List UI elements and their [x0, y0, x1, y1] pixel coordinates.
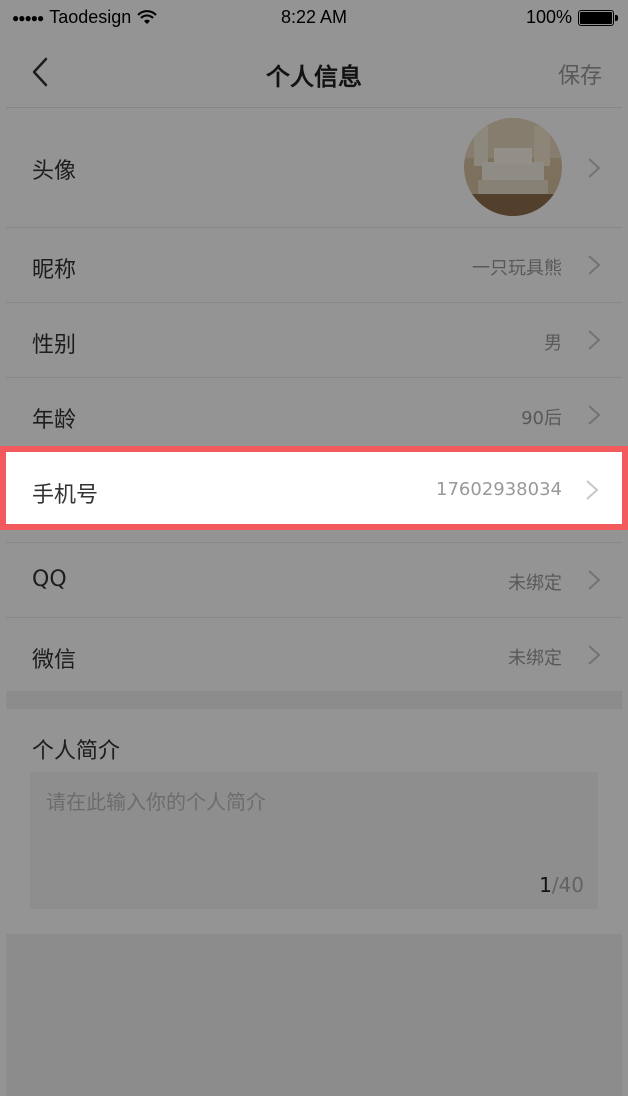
avatar: [464, 118, 562, 216]
wechat-row[interactable]: 微信 未绑定: [6, 618, 622, 693]
chevron-right-icon: [588, 330, 601, 350]
bio-count-current: 1: [539, 873, 552, 897]
section-divider: [6, 691, 622, 709]
chevron-right-icon: [586, 480, 599, 500]
gender-value: 男: [544, 333, 562, 354]
bottom-blank-area: [6, 934, 622, 1096]
page-title: 个人信息: [266, 63, 362, 91]
nav-bar: 个人信息 保存: [6, 36, 622, 108]
chevron-right-icon: [588, 645, 601, 665]
chevron-right-icon: [588, 405, 601, 425]
bio-section: 个人简介 请在此输入你的个人简介 1/40: [6, 709, 622, 934]
avatar-label: 头像: [32, 159, 77, 184]
age-label: 年龄: [32, 408, 77, 433]
bio-textarea[interactable]: 请在此输入你的个人简介 1/40: [30, 772, 598, 909]
phone-label: 手机号: [32, 483, 99, 508]
chevron-right-icon: [588, 570, 601, 590]
status-bar: ●●●●● Taodesign 8:22 AM 100%: [6, 0, 622, 36]
phone-value: 17602938034: [436, 479, 562, 500]
qq-label: QQ: [32, 567, 67, 592]
bio-char-count: 1/40: [539, 873, 584, 897]
wechat-value: 未绑定: [508, 648, 562, 669]
avatar-row[interactable]: 头像: [6, 108, 622, 228]
nickname-label: 昵称: [32, 258, 77, 283]
gender-label: 性别: [32, 333, 77, 358]
age-row[interactable]: 年龄 90后: [6, 378, 622, 453]
phone-row[interactable]: 手机号 17602938034: [0, 446, 628, 530]
battery-icon: [578, 9, 618, 26]
nickname-row[interactable]: 昵称 一只玩具熊: [6, 228, 622, 303]
chevron-right-icon: [588, 158, 601, 178]
status-right: 100%: [525, 7, 618, 28]
nickname-value: 一只玩具熊: [472, 258, 562, 279]
save-button[interactable]: 保存: [558, 58, 602, 90]
bio-count-max: /40: [551, 873, 584, 897]
battery-percent: 100%: [525, 7, 572, 27]
bio-placeholder: 请在此输入你的个人简介: [46, 790, 266, 814]
qq-value: 未绑定: [508, 573, 562, 594]
wechat-label: 微信: [32, 648, 77, 673]
chevron-right-icon: [588, 255, 601, 275]
bio-title: 个人简介: [32, 739, 121, 764]
qq-row[interactable]: QQ 未绑定: [6, 543, 622, 618]
gender-row[interactable]: 性别 男: [6, 303, 622, 378]
profile-screen: ●●●●● Taodesign 8:22 AM 100% 个人信息 保存 头像: [6, 0, 622, 1096]
profile-list: 头像 昵称 一只玩具熊 性别 男 年龄 90后 QQ 未绑定 微信 未绑定: [6, 108, 622, 693]
age-value: 90后: [521, 408, 562, 429]
